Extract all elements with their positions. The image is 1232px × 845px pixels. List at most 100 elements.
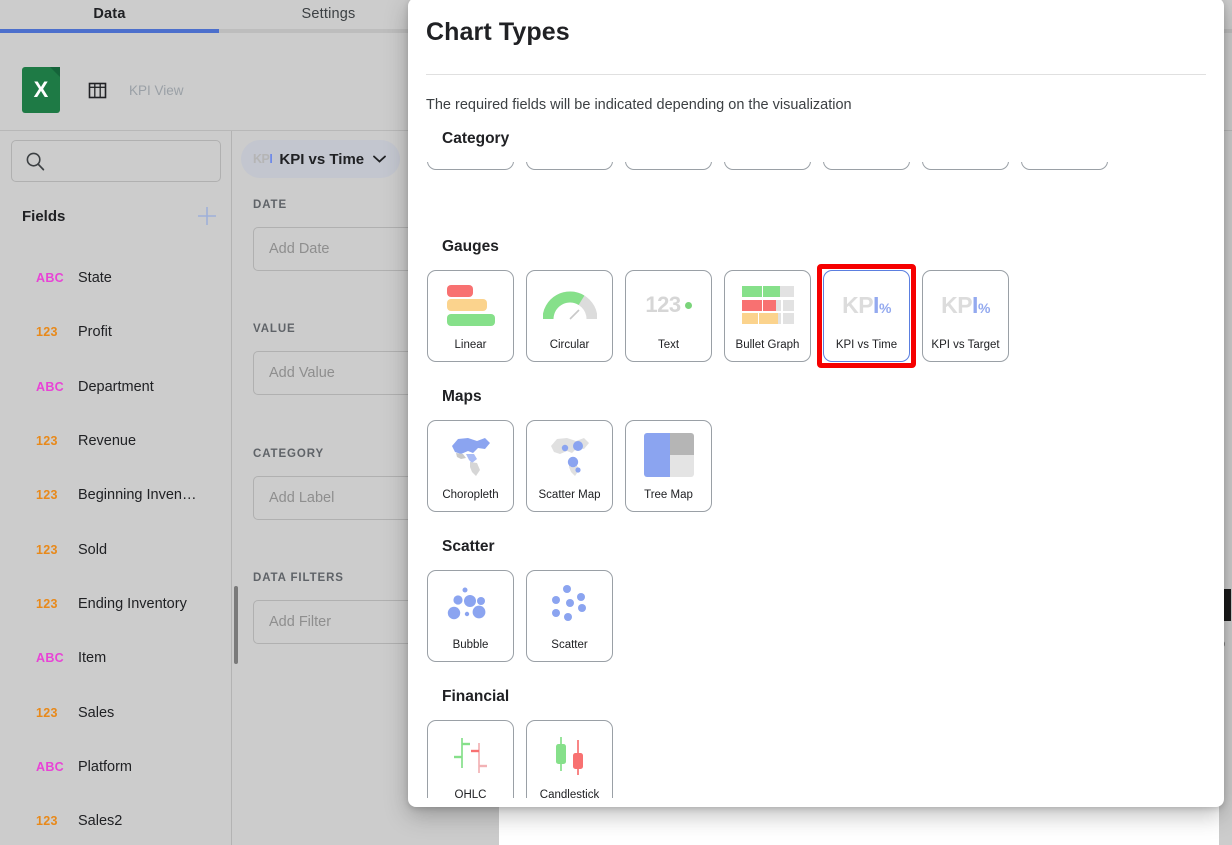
category-card-row — [427, 162, 1108, 170]
section-financial: Financial OHLC Candlestick — [408, 688, 1224, 798]
ohlc-chart-icon — [428, 721, 513, 789]
dialog-title: Chart Types — [426, 18, 570, 46]
search-icon — [26, 152, 45, 170]
section-gauges: Gauges Linear Circular 123 Text Bullet G… — [408, 238, 1224, 368]
chart-card-kpi-vs-target-label: KPI vs Target — [931, 339, 1000, 351]
chart-card-tree-map[interactable]: Tree Map — [625, 420, 712, 512]
chart-card-scatter-map[interactable]: Scatter Map — [526, 420, 613, 512]
field-type-text-icon: ABC — [36, 379, 64, 394]
scatter-chart-icon — [527, 571, 612, 639]
field-type-number-icon: 123 — [36, 596, 58, 611]
chart-card-category-6[interactable] — [922, 162, 1009, 170]
kpi-vs-time-icon: KPI% — [842, 291, 891, 318]
field-type-number-icon: 123 — [36, 325, 58, 340]
section-maps: Maps Choropleth Scatter Map Tree Map — [408, 388, 1224, 512]
dropzone-category-placeholder: Add Label — [269, 490, 335, 506]
field-row[interactable]: 123 Ending Inventory — [0, 577, 232, 631]
section-financial-title: Financial — [442, 688, 510, 705]
excel-x-letter: X — [33, 77, 49, 102]
section-scatter-title: Scatter — [442, 538, 495, 555]
field-row[interactable]: 123 Beginning Inven… — [0, 468, 232, 522]
chart-card-category-4[interactable] — [724, 162, 811, 170]
dropzone-date-placeholder: Add Date — [269, 241, 330, 257]
field-row[interactable]: 123 Sold — [0, 522, 232, 576]
field-type-text-icon: ABC — [36, 271, 64, 286]
field-name: Beginning Inven… — [78, 487, 197, 504]
candlestick-chart-icon — [527, 721, 612, 789]
field-type-number-icon: 123 — [36, 488, 58, 503]
chart-card-bubble[interactable]: Bubble — [427, 570, 514, 662]
chart-card-text[interactable]: 123 Text — [625, 270, 712, 362]
field-type-text-icon: ABC — [36, 651, 64, 666]
section-gauges-title: Gauges — [442, 238, 499, 255]
table-grid-icon — [88, 81, 107, 100]
field-type-text-icon: ABC — [36, 759, 64, 774]
chart-card-category-7[interactable] — [1021, 162, 1108, 170]
chart-card-category-1[interactable] — [427, 162, 514, 170]
field-row[interactable]: ABC State — [0, 251, 232, 305]
category-chart-7-icon — [1022, 162, 1107, 169]
fields-sidebar: Fields ABC State 123 Profit ABC Department 123… — [0, 131, 232, 845]
text-gauge-icon: 123 — [626, 271, 711, 339]
field-row[interactable]: 123 Sales — [0, 685, 232, 739]
chart-card-bullet-graph[interactable]: Bullet Graph — [724, 270, 811, 362]
scatter-card-row: Bubble Scatter — [427, 570, 1224, 662]
field-name: Revenue — [78, 433, 137, 450]
tab-data-label: Data — [93, 6, 126, 22]
chart-card-kpi-vs-time-label: KPI vs Time — [835, 339, 898, 351]
scatter-map-icon — [527, 421, 612, 489]
chart-card-category-3[interactable] — [625, 162, 712, 170]
chart-card-bubble-label: Bubble — [452, 639, 489, 651]
tab-active-underline — [0, 29, 219, 33]
add-field-button[interactable] — [196, 205, 218, 227]
field-row[interactable]: 123 Revenue — [0, 414, 232, 468]
chart-card-category-5[interactable] — [823, 162, 910, 170]
chart-card-bullet-graph-label: Bullet Graph — [735, 339, 800, 351]
field-name: Ending Inventory — [78, 595, 187, 612]
field-type-number-icon: 123 — [36, 434, 58, 449]
dropzone-filters-placeholder: Add Filter — [269, 614, 332, 630]
chart-card-candlestick-label: Candlestick — [539, 789, 600, 798]
circular-gauge-icon — [527, 271, 612, 339]
section-category-title: Category — [442, 130, 510, 147]
category-chart-4-icon — [725, 162, 810, 169]
section-category: Category — [408, 130, 1224, 212]
plus-icon — [198, 207, 216, 225]
chart-card-ohlc[interactable]: OHLC — [427, 720, 514, 798]
chart-types-scroll-area: Category Gauges Linear Circular 123 Text… — [408, 130, 1224, 807]
field-type-number-icon: 123 — [36, 542, 58, 557]
bullet-graph-icon — [725, 271, 810, 339]
field-row[interactable]: ABC Platform — [0, 740, 232, 794]
excel-file-icon: X — [22, 67, 60, 113]
chart-card-scatter[interactable]: Scatter — [526, 570, 613, 662]
dropzone-value-placeholder: Add Value — [269, 365, 335, 381]
viz-type-label: KPI vs Time — [279, 150, 365, 168]
search-input[interactable] — [11, 140, 221, 182]
tab-data[interactable]: Data — [0, 0, 219, 28]
field-type-number-icon: 123 — [36, 814, 58, 829]
section-scatter: Scatter Bubble Scatter — [408, 538, 1224, 662]
chart-card-scatter-map-label: Scatter Map — [538, 489, 601, 501]
chart-card-candlestick[interactable]: Candlestick — [526, 720, 613, 798]
field-row[interactable]: ABC Department — [0, 360, 232, 414]
field-name: Sales2 — [78, 813, 123, 830]
midpanel-scrollbar-thumb[interactable] — [234, 586, 238, 664]
chart-card-circular-label: Circular — [549, 339, 590, 351]
chart-card-linear[interactable]: Linear — [427, 270, 514, 362]
category-chart-1-icon — [428, 162, 513, 169]
field-row[interactable]: ABC Item — [0, 631, 232, 685]
chart-card-kpi-vs-target[interactable]: KPI% KPI vs Target — [922, 270, 1009, 362]
field-row[interactable]: 123 Sales2 — [0, 794, 232, 845]
tab-settings[interactable]: Settings — [219, 0, 438, 28]
chart-card-kpi-vs-time[interactable]: KPI% KPI vs Time — [817, 264, 916, 368]
chart-card-circular[interactable]: Circular — [526, 270, 613, 362]
viz-type-chip[interactable]: KPI KPI vs Time — [241, 140, 401, 178]
chart-card-category-2[interactable] — [526, 162, 613, 170]
category-chart-2-icon — [527, 162, 612, 169]
category-chart-6-icon — [923, 162, 1008, 169]
field-row[interactable]: 123 Profit — [0, 305, 232, 359]
chart-card-choropleth[interactable]: Choropleth — [427, 420, 514, 512]
field-name: Department — [78, 378, 154, 395]
category-cards-clip — [408, 162, 1224, 212]
dialog-divider — [426, 74, 1206, 75]
